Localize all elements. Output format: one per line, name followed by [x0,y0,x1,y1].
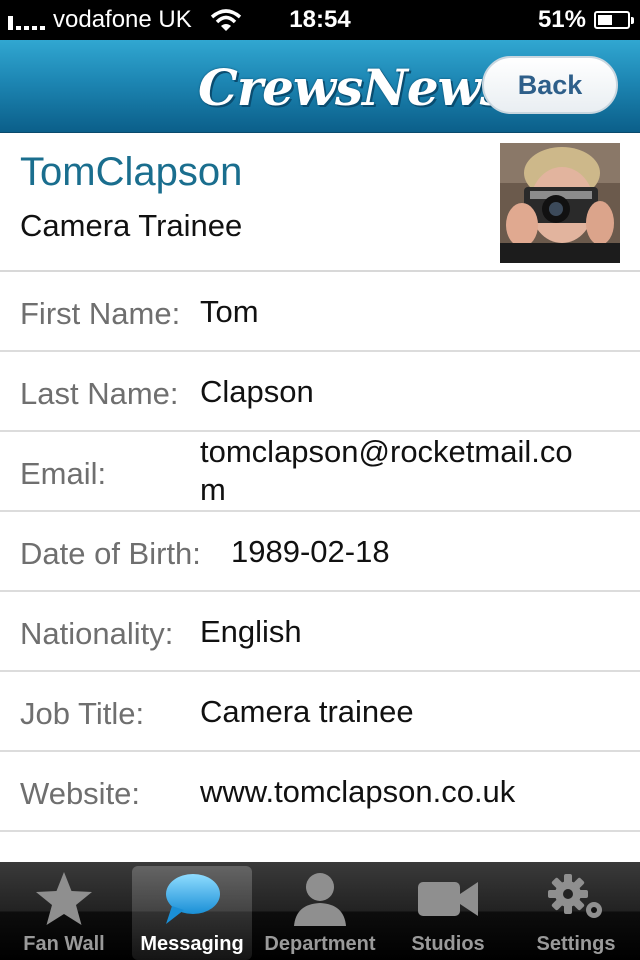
battery-percent: 51% [537,6,586,33]
detail-value: Camera trainee [200,694,414,729]
tab-label: Fan Wall [23,933,105,955]
detail-label: Last Name: [20,376,179,411]
tab-studios[interactable]: Studios [388,866,508,960]
tab-label: Department [264,933,376,955]
speech-bubble-icon [132,870,252,928]
tab-settings[interactable]: Settings [516,866,636,960]
detail-label: Job Title: [20,696,145,731]
detail-label: Date of Birth: [20,536,201,571]
detail-row-job-title: Job Title: Camera trainee [0,672,640,752]
detail-label: First Name: [20,296,181,331]
profile-header: TomClapson Camera Trainee [0,132,640,272]
profile-photo [500,143,620,263]
detail-value: English [200,614,302,649]
detail-label: Website: [20,776,141,811]
tab-messaging[interactable]: Messaging [132,866,252,960]
app-logo-title: CrewsNews [198,58,508,117]
detail-value: 1989-02-18 [231,534,390,569]
profile-role: Camera Trainee [20,208,243,243]
navigation-bar: CrewsNews Back [0,40,640,133]
detail-row-last-name: Last Name: Clapson [0,352,640,432]
detail-row-website: Website: www.tomclapson.co.uk [0,752,640,832]
person-icon [260,870,380,928]
detail-value: Tom [200,294,259,329]
profile-name: TomClapson [20,150,243,194]
battery-icon [594,11,634,29]
gear-icon [516,870,636,928]
tab-bar: Fan Wall Messaging Department Studios Se… [0,862,640,960]
tab-label: Studios [411,933,485,955]
profile-details-list: First Name: Tom Last Name: Clapson Email… [0,272,640,832]
detail-row-date-of-birth: Date of Birth: 1989-02-18 [0,512,640,592]
detail-row-first-name: First Name: Tom [0,272,640,352]
detail-row-email: Email: tomclapson@rocketmail.co m [0,432,640,512]
website-link[interactable]: www.tomclapson.co.uk [200,774,515,810]
status-bar: vodafone UK 18:54 51% [0,0,640,40]
tab-label: Settings [536,933,616,955]
tab-fan-wall[interactable]: Fan Wall [4,866,124,960]
detail-label[interactable]: Email: [20,456,106,492]
email-value-wrap[interactable]: m [200,472,226,508]
back-button[interactable]: Back [482,56,618,114]
detail-value: Clapson [200,374,314,409]
detail-row-nationality: Nationality: English [0,592,640,672]
tab-department[interactable]: Department [260,866,380,960]
status-right: 51% [537,6,634,34]
tab-label: Messaging [140,933,244,955]
video-camera-icon [388,870,508,928]
star-icon [4,870,124,928]
detail-label: Nationality: [20,616,174,651]
email-value[interactable]: tomclapson@rocketmail.co [200,434,573,470]
